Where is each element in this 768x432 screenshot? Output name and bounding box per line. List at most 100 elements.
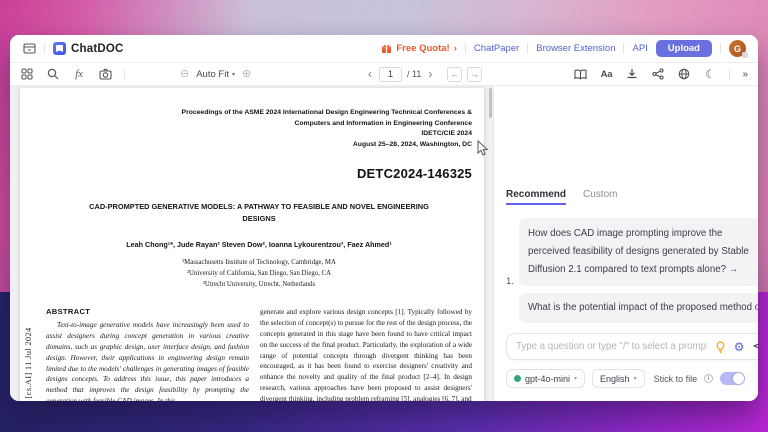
free-quota-label: Free Quota!	[396, 43, 449, 54]
suggested-question-card[interactable]: How does CAD image prompting improve the…	[519, 218, 758, 286]
share-icon[interactable]	[651, 67, 665, 81]
conference-line: Proceedings of the ASME 2024 Internation…	[46, 108, 472, 119]
chatdoc-logo[interactable]: ChatDOC	[53, 42, 124, 55]
thumbnails-grid-icon[interactable]	[20, 67, 34, 81]
send-icon[interactable]	[753, 341, 759, 353]
suggested-questions: 1. How does CAD image prompting improve …	[506, 218, 758, 323]
paper-column-left: ABSTRACT Text-to-image generative models…	[46, 307, 249, 401]
toolbar-left: fx	[20, 63, 125, 85]
book-view-icon[interactable]	[573, 67, 587, 81]
page-number-input[interactable]	[379, 67, 402, 82]
paper-body-columns: ABSTRACT Text-to-image generative models…	[46, 307, 472, 401]
globe-icon[interactable]	[677, 67, 691, 81]
formula-icon[interactable]: fx	[72, 67, 86, 81]
suggestion-tabs: Recommend Custom	[506, 189, 758, 209]
chatdoc-window: ChatDOC Free Quota! › ChatPaper Browser …	[10, 35, 758, 401]
free-quota-link[interactable]: Free Quota! ›	[381, 43, 456, 54]
nav-api[interactable]: API	[632, 43, 647, 54]
toolbar-divider	[124, 69, 125, 80]
tab-custom[interactable]: Custom	[583, 189, 617, 205]
app-name: ChatDOC	[71, 43, 124, 55]
abstract-heading: ABSTRACT	[46, 307, 249, 316]
chatdoc-logo-icon	[53, 42, 66, 55]
collapse-panel-icon[interactable]: »	[742, 69, 748, 80]
header-divider	[527, 43, 528, 54]
header-left: ChatDOC	[22, 42, 124, 56]
prompt-input-box[interactable]: ⚙	[506, 333, 758, 360]
files-icon[interactable]	[22, 42, 36, 56]
conference-header: Proceedings of the ASME 2024 Internation…	[46, 108, 472, 150]
affiliation-line: ¹Massachusetts Institute of Technology, …	[46, 258, 472, 269]
paper-authors: Leah Chong¹*, Jude Rayan² Steven Dow², I…	[46, 240, 472, 249]
nav-chatpaper[interactable]: ChatPaper	[474, 43, 519, 54]
chevron-right-icon: ›	[454, 43, 457, 54]
gear-icon[interactable]: ⚙	[734, 341, 745, 353]
dark-mode-icon[interactable]: ☾	[703, 67, 717, 81]
prompt-input[interactable]	[516, 341, 707, 352]
main-content: Proceedings of the ASME 2024 Internation…	[10, 86, 758, 401]
pdf-scrollbar-thumb[interactable]	[489, 88, 492, 118]
zoom-out-icon[interactable]: ⊖	[180, 69, 189, 80]
model-select[interactable]: gpt-4o-mini ▾	[506, 369, 585, 388]
snapshot-icon[interactable]	[98, 67, 112, 81]
chat-message-area	[506, 86, 758, 189]
question-number: 1.	[506, 276, 514, 287]
toolbar-divider	[729, 69, 730, 80]
lightbulb-icon[interactable]	[715, 341, 726, 353]
chat-panel: Recommend Custom 1. How does CAD image p…	[493, 86, 758, 401]
pdf-page[interactable]: Proceedings of the ASME 2024 Internation…	[20, 88, 484, 401]
paper-title-line2: DESIGNS	[46, 213, 472, 225]
zoom-mode-select[interactable]: Auto Fit ▾	[196, 69, 235, 80]
tab-recommend[interactable]: Recommend	[506, 189, 566, 205]
affiliation-line: ³Utrecht University, Utrecht, Netherland…	[46, 280, 472, 291]
paper-number: DETC2024-146325	[46, 166, 472, 181]
header-divider	[623, 43, 624, 54]
chevron-down-icon: ▾	[232, 71, 235, 78]
conference-line: August 25–28, 2024, Washington, DC	[46, 140, 472, 151]
gift-icon	[381, 43, 392, 54]
conference-line: IDETC/CIE 2024	[46, 129, 472, 140]
model-status-dot	[514, 375, 521, 382]
toggle-knob	[733, 373, 744, 384]
page-total-label: / 11	[407, 69, 421, 79]
header-right: Free Quota! › ChatPaper Browser Extensio…	[381, 40, 746, 57]
chevron-down-icon: ▾	[634, 375, 637, 382]
paper-affiliations: ¹Massachusetts Institute of Technology, …	[46, 258, 472, 291]
stick-to-file-toggle[interactable]	[720, 372, 745, 385]
avatar[interactable]: G	[729, 40, 746, 57]
search-icon[interactable]	[46, 67, 60, 81]
paper-column-right: generate and explore various design conc…	[260, 307, 472, 401]
header-divider	[720, 43, 721, 54]
intro-text: generate and explore various design conc…	[260, 307, 472, 401]
suggested-question-card[interactable]: What is the potential impact of the prop…	[519, 293, 758, 323]
arxiv-sidebar-label: v1 [cs.AI] 11 Jul 2024	[23, 327, 33, 401]
upload-button[interactable]: Upload	[656, 40, 712, 57]
prev-page-icon[interactable]: ‹	[366, 68, 374, 80]
stick-to-file-label: Stick to file	[654, 374, 698, 384]
conference-line: Computers and Information in Engineering…	[46, 119, 472, 130]
zoom-controls: ⊖ Auto Fit ▾ ⊕	[180, 63, 251, 85]
pdf-viewer-panel[interactable]: Proceedings of the ASME 2024 Internation…	[10, 86, 493, 401]
header-divider	[465, 43, 466, 54]
chat-options-row: gpt-4o-mini ▾ English ▾ Stick to file i	[506, 369, 758, 388]
abstract-text: Text-to-image generative models have inc…	[46, 320, 249, 401]
history-back-button[interactable]: ←	[447, 67, 462, 82]
paper-title-line1: CAD-PROMPTED GENERATIVE MODELS: A PATHWA…	[46, 201, 472, 213]
download-icon[interactable]	[625, 67, 639, 81]
language-select[interactable]: English ▾	[592, 369, 645, 388]
paper-title: CAD-PROMPTED GENERATIVE MODELS: A PATHWA…	[46, 201, 472, 225]
next-page-icon[interactable]: ›	[426, 68, 434, 80]
app-header: ChatDOC Free Quota! › ChatPaper Browser …	[10, 35, 758, 62]
chevron-down-icon: ▾	[574, 375, 577, 382]
info-icon[interactable]: i	[704, 374, 713, 383]
font-settings-icon[interactable]: Aa	[599, 67, 613, 81]
page-navigation: ‹ / 11 › ← →	[366, 63, 482, 85]
pdf-toolbar: fx ⊖ Auto Fit ▾ ⊕ ‹ / 11 › ← →	[10, 62, 758, 86]
model-label: gpt-4o-mini	[525, 374, 570, 384]
zoom-mode-label: Auto Fit	[196, 69, 229, 80]
history-forward-button[interactable]: →	[467, 67, 482, 82]
language-label: English	[600, 374, 630, 384]
header-divider	[44, 43, 45, 54]
zoom-in-icon[interactable]: ⊕	[242, 69, 251, 80]
nav-browser-extension[interactable]: Browser Extension	[536, 43, 615, 54]
